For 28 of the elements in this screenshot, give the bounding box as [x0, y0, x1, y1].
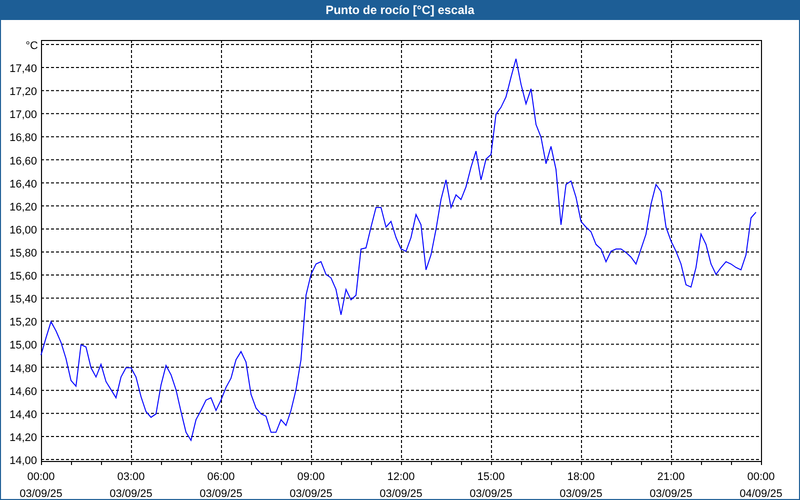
x-axis-label: 06:00 03/09/25: [200, 471, 242, 499]
y-axis-label: 17,20: [9, 86, 37, 98]
x-axis-label: 12:00 03/09/25: [380, 471, 422, 499]
x-axis-label: 00:00 03/09/25: [20, 471, 62, 499]
y-axis-label: 17,00: [9, 109, 37, 122]
y-axis-label: 16,00: [9, 224, 37, 236]
y-axis-label: 14,80: [9, 362, 37, 375]
y-axis-label: 16,60: [9, 155, 37, 168]
y-axis-label: 15,20: [9, 316, 37, 329]
y-axis-label: 14,40: [9, 408, 37, 421]
y-axis-label: 17,40: [9, 63, 37, 76]
axis-unit-label: °C: [26, 40, 38, 52]
y-axis-label: 15,00: [9, 340, 37, 352]
x-axis-label: 18:00 03/09/25: [560, 471, 602, 499]
y-axis-label: 14,20: [9, 432, 37, 444]
y-axis-label: 15,40: [9, 294, 37, 306]
y-axis-label: 16,40: [9, 178, 37, 190]
y-axis-label: 15,60: [9, 270, 37, 283]
y-axis-label: 16,20: [9, 201, 37, 214]
x-axis-label: 00:00 04/09/25: [740, 471, 782, 499]
y-axis-label: 14,60: [9, 386, 37, 398]
x-axis-label: 03:00 03/09/25: [110, 471, 152, 499]
x-axis-label: 15:00 03/09/25: [470, 471, 512, 499]
y-axis-label: 15,80: [9, 248, 37, 260]
y-axis-label: 14,00: [9, 455, 37, 467]
x-axis-label: 09:00 03/09/25: [290, 471, 332, 499]
y-axis-label: 16,80: [9, 132, 37, 144]
x-axis-label: 21:00 03/09/25: [650, 471, 692, 499]
